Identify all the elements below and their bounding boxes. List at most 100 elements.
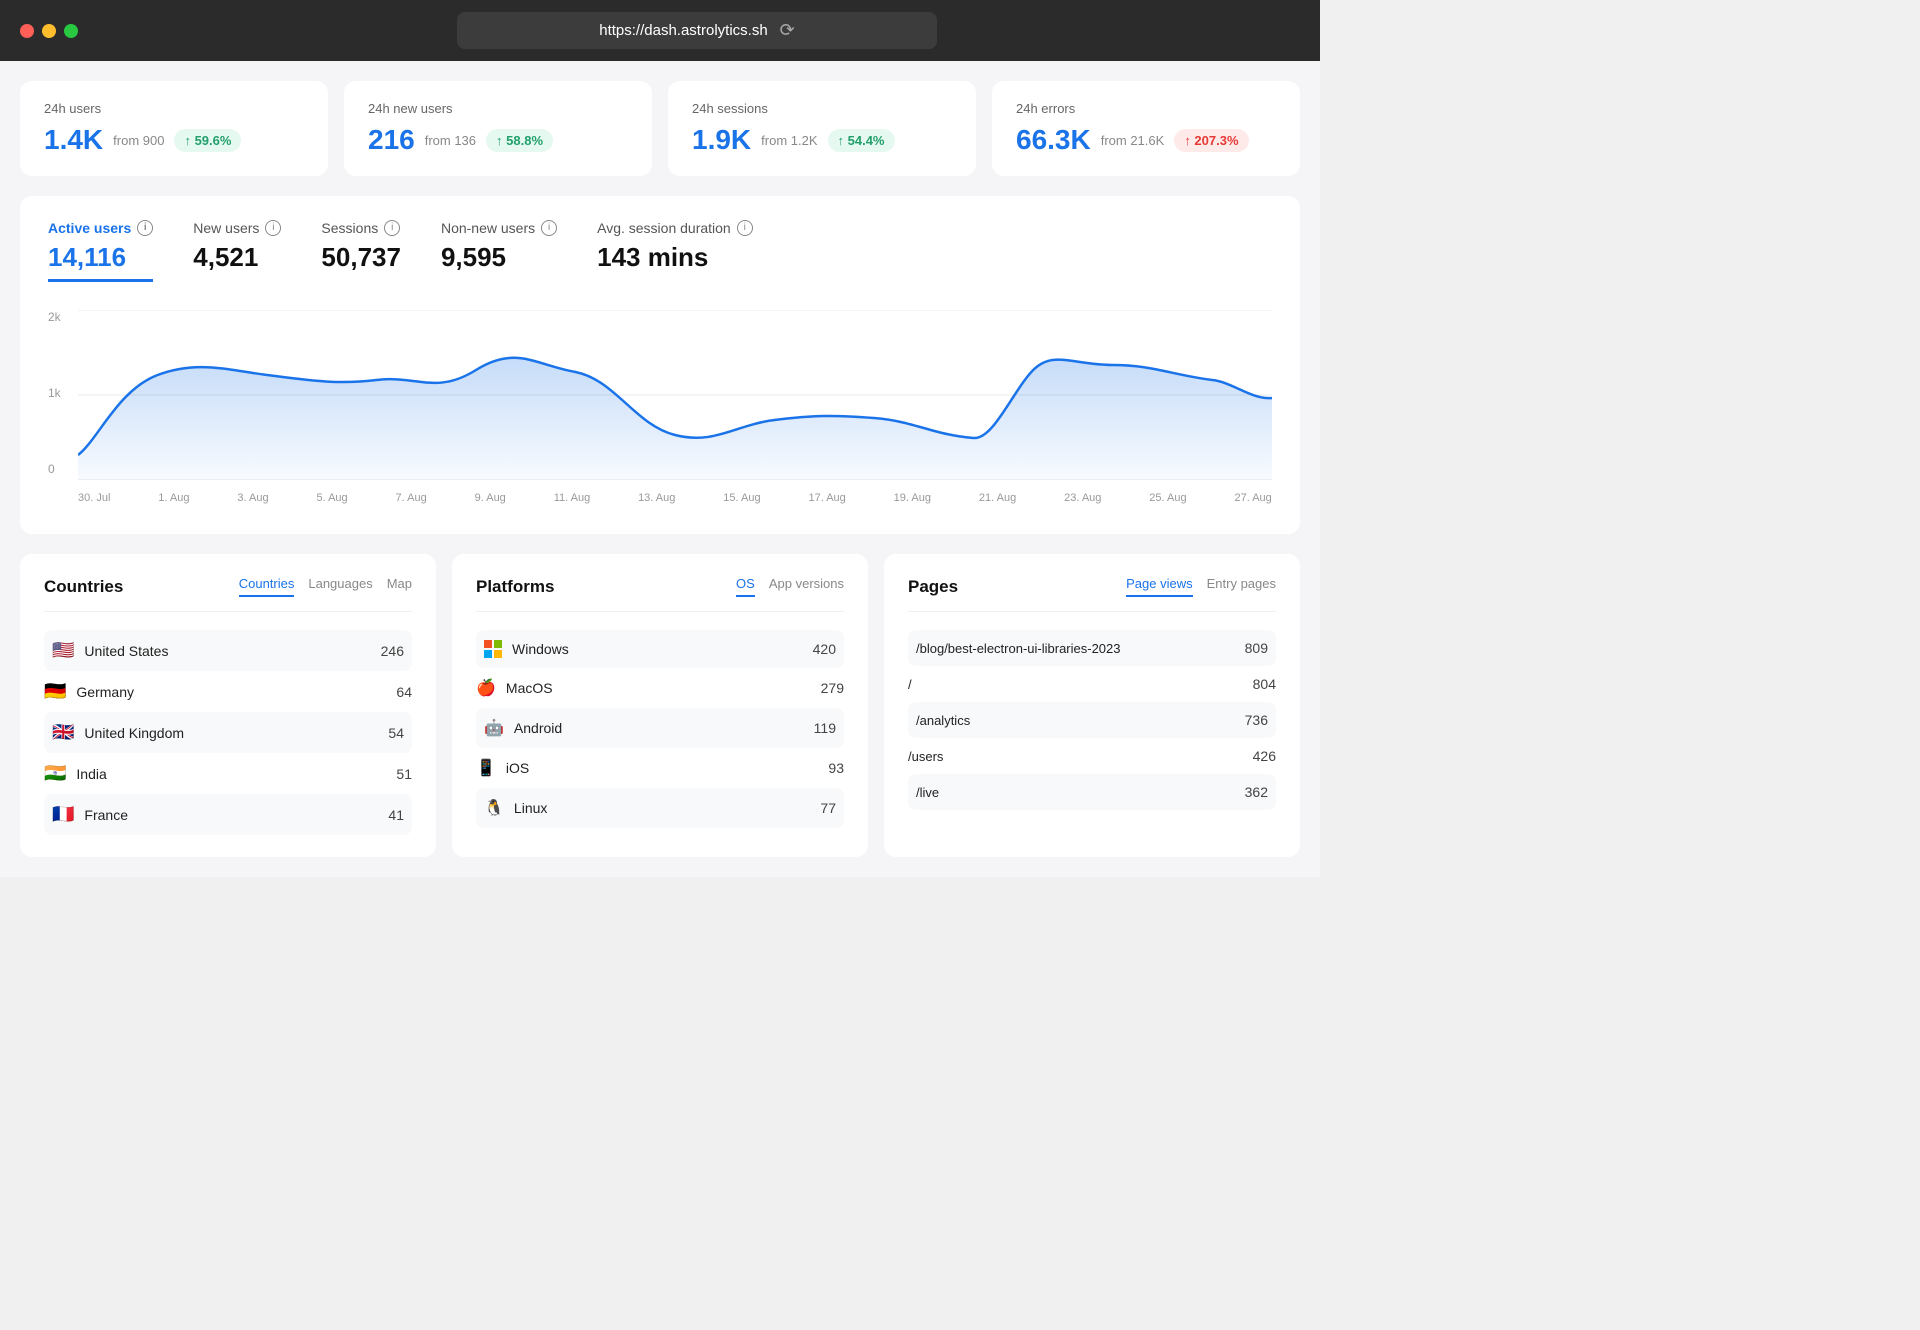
list-item: 🇬🇧 United Kingdom 54 — [44, 712, 412, 753]
info-icon-non-new-users: i — [541, 220, 557, 236]
stat-value-row-new-users: 216 from 136 ↑ 58.8% — [368, 124, 628, 156]
stat-card-new-users: 24h new users 216 from 136 ↑ 58.8% — [344, 81, 652, 176]
countries-panel: Countries Countries Languages Map 🇺🇸 Uni… — [20, 554, 436, 857]
flag-de: 🇩🇪 — [44, 681, 66, 702]
list-item: /live 362 — [908, 774, 1276, 810]
pages-panel: Pages Page views Entry pages /blog/best-… — [884, 554, 1300, 857]
page-name-4: /live — [916, 785, 939, 800]
list-item: 🇩🇪 Germany 64 — [44, 671, 412, 712]
chart-x-labels: 30. Jul 1. Aug 3. Aug 5. Aug 7. Aug 9. A… — [78, 486, 1272, 510]
tab-active-users[interactable]: Active users i 14,116 — [48, 220, 153, 282]
stat-value-users: 1.4K — [44, 124, 103, 156]
x-label-30jul: 30. Jul — [78, 492, 110, 504]
tab-avg-session-value: 143 mins — [597, 242, 753, 273]
stat-value-row-sessions: 1.9K from 1.2K ↑ 54.4% — [692, 124, 952, 156]
x-label-3aug: 3. Aug — [237, 492, 268, 504]
list-item: /blog/best-electron-ui-libraries-2023 80… — [908, 630, 1276, 666]
page-row-2-label: /analytics — [916, 713, 1245, 728]
metrics-tabs: Active users i 14,116 New users i 4,521 … — [48, 220, 1272, 282]
page-value-2: 736 — [1245, 712, 1268, 728]
x-label-15aug: 15. Aug — [723, 492, 760, 504]
windows-icon — [484, 640, 502, 658]
flag-in: 🇮🇳 — [44, 763, 66, 784]
stat-value-sessions: 1.9K — [692, 124, 751, 156]
countries-tab-languages[interactable]: Languages — [308, 576, 372, 597]
page-row-0-label: /blog/best-electron-ui-libraries-2023 — [916, 641, 1245, 656]
close-button[interactable] — [20, 24, 34, 38]
country-row-in-label: 🇮🇳 India — [44, 763, 396, 784]
countries-tab-countries[interactable]: Countries — [239, 576, 295, 597]
stat-value-errors: 66.3K — [1016, 124, 1091, 156]
country-name-fr: France — [84, 807, 128, 823]
y-label-0: 0 — [48, 462, 61, 476]
countries-tab-map[interactable]: Map — [387, 576, 412, 597]
tab-non-new-users[interactable]: Non-new users i 9,595 — [441, 220, 557, 282]
stat-card-users: 24h users 1.4K from 900 ↑ 59.6% — [20, 81, 328, 176]
platform-name-linux: Linux — [514, 800, 547, 816]
stat-from-new-users: from 136 — [425, 133, 476, 148]
minimize-button[interactable] — [42, 24, 56, 38]
country-name-gb: United Kingdom — [84, 725, 184, 741]
platform-value-android: 119 — [814, 720, 836, 736]
stat-badge-sessions: ↑ 54.4% — [828, 129, 895, 152]
country-value-in: 51 — [396, 766, 412, 782]
platform-name-macos: MacOS — [506, 680, 553, 696]
platform-row-android-label: 🤖 Android — [484, 718, 814, 738]
pages-panel-header: Pages Page views Entry pages — [908, 576, 1276, 612]
macos-icon: 🍎 — [476, 678, 496, 698]
page-name-1: / — [908, 677, 912, 692]
platforms-tab-os[interactable]: OS — [736, 576, 755, 597]
info-icon-avg-session: i — [737, 220, 753, 236]
list-item: 🍎 MacOS 279 — [476, 668, 844, 708]
list-item: /users 426 — [908, 738, 1276, 774]
platforms-tab-app-versions[interactable]: App versions — [769, 576, 844, 597]
flag-fr: 🇫🇷 — [52, 804, 74, 825]
platform-row-windows-label: Windows — [484, 640, 813, 658]
tab-active-users-value: 14,116 — [48, 242, 153, 282]
country-value-de: 64 — [396, 684, 412, 700]
x-label-7aug: 7. Aug — [396, 492, 427, 504]
y-label-2k: 2k — [48, 310, 61, 324]
traffic-lights — [20, 24, 78, 38]
x-label-17aug: 17. Aug — [808, 492, 845, 504]
stat-value-new-users: 216 — [368, 124, 415, 156]
platforms-panel-title: Platforms — [476, 577, 554, 597]
list-item: 🇮🇳 India 51 — [44, 753, 412, 794]
page-row-3-label: /users — [908, 749, 1253, 764]
pages-tab-entry-pages[interactable]: Entry pages — [1207, 576, 1276, 597]
info-icon-sessions: i — [384, 220, 400, 236]
tab-avg-session[interactable]: Avg. session duration i 143 mins — [597, 220, 753, 282]
list-item: /analytics 736 — [908, 702, 1276, 738]
stat-card-sessions: 24h sessions 1.9K from 1.2K ↑ 54.4% — [668, 81, 976, 176]
info-icon-new-users: i — [265, 220, 281, 236]
reload-button[interactable]: ⟳ — [780, 20, 795, 41]
x-label-21aug: 21. Aug — [979, 492, 1016, 504]
x-label-23aug: 23. Aug — [1064, 492, 1101, 504]
x-label-1aug: 1. Aug — [158, 492, 189, 504]
stat-badge-errors: ↑ 207.3% — [1174, 129, 1248, 152]
pages-tab-page-views[interactable]: Page views — [1126, 576, 1192, 597]
tab-sessions-value: 50,737 — [321, 242, 401, 273]
page-name-3: /users — [908, 749, 943, 764]
info-icon-active-users: i — [137, 220, 153, 236]
url-bar[interactable]: https://dash.astrolytics.sh ⟳ — [457, 12, 937, 49]
tab-new-users[interactable]: New users i 4,521 — [193, 220, 281, 282]
tab-sessions[interactable]: Sessions i 50,737 — [321, 220, 401, 282]
platform-value-macos: 279 — [821, 680, 844, 696]
pages-list: /blog/best-electron-ui-libraries-2023 80… — [908, 630, 1276, 810]
x-label-27aug: 27. Aug — [1234, 492, 1271, 504]
platform-name-ios: iOS — [506, 760, 529, 776]
stats-row: 24h users 1.4K from 900 ↑ 59.6% 24h new … — [20, 81, 1300, 176]
page-value-4: 362 — [1245, 784, 1268, 800]
ios-icon: 📱 — [476, 758, 496, 778]
browser-chrome: https://dash.astrolytics.sh ⟳ — [0, 0, 1320, 61]
maximize-button[interactable] — [64, 24, 78, 38]
stat-badge-users: ↑ 59.6% — [174, 129, 241, 152]
platform-value-linux: 77 — [820, 800, 836, 816]
tab-new-users-label: New users i — [193, 220, 281, 236]
flag-us: 🇺🇸 — [52, 640, 74, 661]
platforms-panel: Platforms OS App versions Windows 420 — [452, 554, 868, 857]
tab-active-users-label: Active users i — [48, 220, 153, 236]
chart-svg — [78, 310, 1272, 480]
x-label-19aug: 19. Aug — [894, 492, 931, 504]
